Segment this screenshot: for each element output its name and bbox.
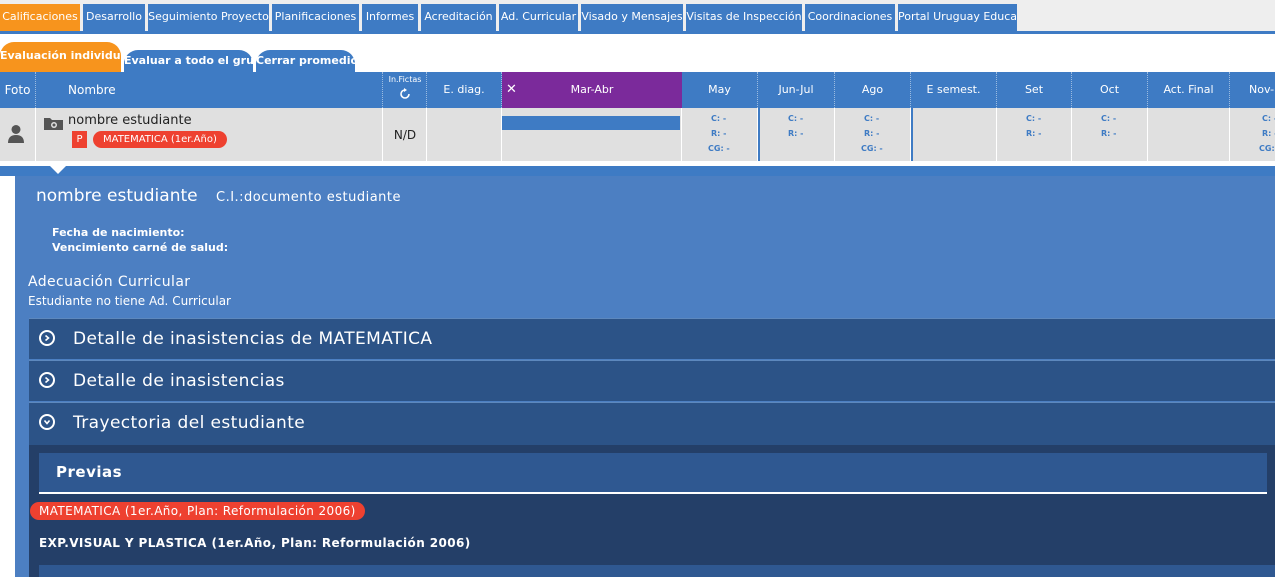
mar-abr-label: Mar-Abr	[570, 83, 614, 96]
status-badge-p: P	[72, 131, 87, 148]
adecuacion-title: Adecuación Curricular	[28, 274, 191, 290]
col-header-foto: Foto	[0, 72, 36, 108]
nav-tab-seguimiento-proyecto[interactable]: Seguimiento Proyecto	[148, 4, 269, 31]
oct-r: R: -	[1101, 129, 1117, 138]
nav-tab-visitas-inspeccion[interactable]: Visitas de Inspección	[686, 4, 802, 31]
col-header-oct: Oct	[1072, 72, 1148, 108]
student-row[interactable]: nombre estudiante P MATEMATICA (1er.Año)…	[0, 108, 1275, 161]
user-avatar-icon	[8, 125, 24, 143]
oct-cell[interactable]: C: - R: -	[1072, 108, 1148, 161]
photo-cell	[0, 108, 36, 161]
col-header-ago: Ago	[835, 72, 911, 108]
mar-abr-cell[interactable]	[502, 108, 682, 161]
jun-jul-cell[interactable]: C: - R: -	[758, 108, 835, 161]
nav-tab-calificaciones[interactable]: Calificaciones	[0, 4, 80, 31]
nav-tab-acreditacion[interactable]: Acreditación	[421, 4, 496, 31]
refresh-icon[interactable]	[399, 88, 411, 100]
e-semest-cell[interactable]	[911, 108, 997, 161]
nav-tab-portal-uruguay-educa[interactable]: Portal Uruguay Educa	[898, 4, 1017, 31]
col-header-act-final: Act. Final	[1148, 72, 1230, 108]
ediag-cell[interactable]	[427, 108, 502, 161]
tab-evaluar-grupo[interactable]: Evaluar a todo el grupo	[124, 50, 269, 72]
nav-tab-coordinaciones[interactable]: Coordinaciones	[805, 4, 895, 31]
tab-cerrar-promedios[interactable]: Cerrar promedios	[256, 50, 365, 72]
may-cg: CG: -	[708, 144, 730, 153]
accordion-inasistencias[interactable]: Detalle de inasistencias	[29, 360, 1275, 401]
accordion-label: Detalle de inasistencias de MATEMATICA	[73, 329, 433, 349]
subject-badge: MATEMATICA (1er.Año)	[93, 131, 227, 148]
col-header-inasistencias[interactable]: In.Fictas	[383, 72, 427, 108]
nav-tab-desarrollo[interactable]: Desarrollo	[83, 4, 145, 31]
col-header-ediag: E. diag.	[427, 72, 502, 108]
previa-item: EXP.VISUAL Y PLASTICA (1er.Año, Plan: Re…	[39, 536, 471, 550]
nav-tab-visado-mensajes[interactable]: Visado y Mensajes	[581, 4, 683, 31]
student-name[interactable]: nombre estudiante	[68, 113, 192, 128]
nov-dic-c: C: -	[1262, 114, 1275, 123]
may-c: C: -	[711, 114, 727, 123]
col-header-may: May	[682, 72, 758, 108]
chevron-down-icon	[39, 414, 55, 430]
ago-cell[interactable]: C: - R: - CG: -	[835, 108, 911, 161]
ago-r: R: -	[864, 129, 880, 138]
birth-date-label: Fecha de nacimiento:	[52, 226, 185, 239]
chevron-right-icon	[39, 372, 55, 388]
may-r: R: -	[711, 129, 727, 138]
col-header-nombre: Nombre	[36, 72, 383, 108]
nav-tab-ad-curricular[interactable]: Ad. Curricular	[499, 4, 578, 31]
col-header-jun-jul: Jun-Jul	[758, 72, 835, 108]
col-header-e-semest: E semest.	[911, 72, 997, 108]
ago-c: C: -	[864, 114, 880, 123]
previas-title: Previas	[56, 463, 123, 481]
col-header-set: Set	[997, 72, 1072, 108]
chevron-right-icon	[39, 330, 55, 346]
oct-c: C: -	[1101, 114, 1117, 123]
next-section-header	[39, 565, 1275, 577]
nov-dic-cell[interactable]: C: - R: - CG: -	[1230, 108, 1275, 161]
jun-jul-c: C: -	[788, 114, 804, 123]
inasistencias-label: In.Fictas	[388, 75, 422, 84]
may-cell[interactable]: C: - R: - CG: -	[682, 108, 758, 161]
ago-cg: CG: -	[861, 144, 883, 153]
previas-header: Previas	[39, 453, 1267, 494]
col-header-mar-abr[interactable]: ✕ Mar-Abr	[502, 72, 682, 108]
nov-dic-r: R: -	[1262, 129, 1275, 138]
nov-dic-cg: CG: -	[1259, 144, 1275, 153]
name-cell: nombre estudiante P MATEMATICA (1er.Año)	[36, 108, 383, 161]
pointer-arrow-icon	[50, 166, 66, 174]
set-cell[interactable]: C: - R: -	[997, 108, 1072, 161]
tab-evaluacion-individual[interactable]: Evaluación individual	[0, 42, 132, 72]
nav-tab-informes[interactable]: Informes	[362, 4, 418, 31]
camera-folder-icon[interactable]	[43, 115, 64, 131]
mar-abr-bar[interactable]	[502, 116, 680, 130]
inasistencias-cell: N/D	[383, 108, 427, 161]
previa-item-highlighted: MATEMATICA (1er.Año, Plan: Reformulación…	[30, 502, 365, 520]
set-c: C: -	[1026, 114, 1042, 123]
jun-jul-r: R: -	[788, 129, 804, 138]
set-r: R: -	[1026, 129, 1042, 138]
detail-student-ci: C.I.:documento estudiante	[216, 190, 402, 205]
nav-underline	[0, 31, 1275, 34]
act-final-cell[interactable]	[1148, 108, 1230, 161]
main-nav: Calificaciones Desarrollo Seguimiento Pr…	[0, 0, 1275, 34]
accordion-inasistencias-matematica[interactable]: Detalle de inasistencias de MATEMATICA	[29, 318, 1275, 359]
nav-tab-planificaciones[interactable]: Planificaciones	[272, 4, 359, 31]
detail-student-name: nombre estudiante	[36, 186, 198, 206]
close-icon[interactable]: ✕	[506, 72, 517, 108]
accordion-label: Trayectoria del estudiante	[73, 413, 306, 433]
health-card-label: Vencimiento carné de salud:	[52, 241, 229, 254]
accordion-label: Detalle de inasistencias	[73, 371, 285, 391]
adecuacion-text: Estudiante no tiene Ad. Curricular	[28, 294, 231, 308]
col-header-nov-dic: Nov-Dic	[1249, 83, 1275, 96]
grades-grid-header: Foto Nombre In.Fictas E. diag. ✕ Mar-Abr…	[0, 72, 1275, 108]
accordion-trayectoria[interactable]: Trayectoria del estudiante	[29, 402, 1275, 445]
detail-strip	[0, 166, 1275, 176]
inasistencias-value: N/D	[393, 128, 417, 142]
